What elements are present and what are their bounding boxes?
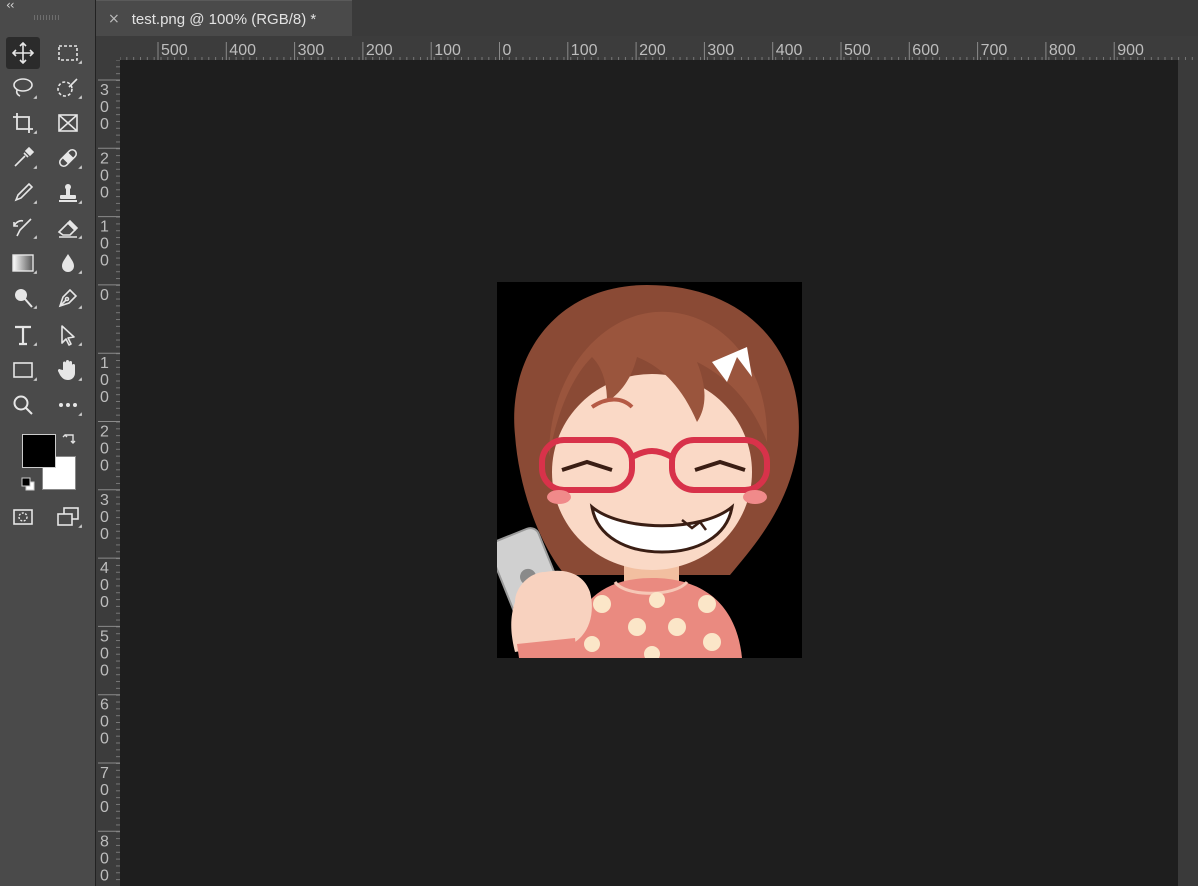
- brush-icon: [14, 182, 34, 202]
- marquee-tool[interactable]: [51, 37, 85, 69]
- eraser-icon: [57, 219, 79, 238]
- hand-icon: [57, 360, 75, 380]
- ruler-label: 900: [1117, 42, 1144, 59]
- pen-tool[interactable]: [51, 282, 85, 314]
- swap-colors-icon[interactable]: [62, 430, 78, 446]
- frame-icon: [58, 114, 78, 132]
- left-blush: [547, 490, 571, 504]
- eyedropper-icon: [14, 146, 35, 167]
- gradient-tool[interactable]: [6, 247, 40, 279]
- hand-tool[interactable]: [51, 354, 85, 386]
- magnifier-icon: [13, 395, 33, 415]
- ruler-label: 500: [161, 42, 188, 59]
- type-icon: [15, 325, 31, 346]
- crop-tool[interactable]: [6, 107, 40, 139]
- blur-tool[interactable]: [51, 247, 85, 279]
- arrow-cursor-icon: [61, 325, 75, 346]
- quick-selection-tool[interactable]: [51, 72, 85, 104]
- ruler-label: 700: [100, 765, 109, 816]
- eyedropper-tool[interactable]: [6, 142, 40, 174]
- healing-brush-tool[interactable]: [51, 142, 85, 174]
- right-blush: [743, 490, 767, 504]
- screen-mode-icon: [57, 507, 79, 526]
- move-icon: [11, 41, 35, 65]
- quick-mask-button[interactable]: [6, 501, 40, 533]
- ruler-label: 300: [100, 492, 109, 543]
- ruler-label: 400: [229, 42, 256, 59]
- ruler-label: 200: [100, 424, 109, 475]
- ruler-label: 800: [100, 833, 109, 884]
- ruler-label: 100: [100, 355, 109, 406]
- vertical-ruler-scale: 3 0 0 2 0 0 1 0 0 0 1 0 0 2 0 0 3 0 0 4 0 0 5 0 0 6 0 0 7 0 0 8 0 0: [98, 60, 120, 884]
- quick-selection-icon: [57, 78, 78, 97]
- ruler-label: 200: [639, 42, 666, 59]
- ruler-label: 0: [503, 42, 512, 59]
- bandage-icon: [58, 148, 78, 168]
- lasso-tool[interactable]: [6, 72, 40, 104]
- rectangle-icon: [13, 362, 33, 378]
- ruler-label: 700: [981, 42, 1008, 59]
- droplet-icon: [62, 254, 74, 272]
- dodge-tool[interactable]: [6, 282, 40, 314]
- ruler-label: 300: [707, 42, 734, 59]
- ruler-label: 800: [1049, 42, 1076, 59]
- brush-tool[interactable]: [6, 177, 40, 209]
- ruler-label: 500: [844, 42, 871, 59]
- document-tab-bar: × test.png @ 100% (RGB/8) *: [96, 0, 1198, 37]
- clone-stamp-tool[interactable]: [51, 177, 85, 209]
- ruler-label: 400: [776, 42, 803, 59]
- eraser-tool[interactable]: [51, 212, 85, 244]
- ruler-label: 600: [100, 697, 109, 748]
- stamp-icon: [59, 184, 77, 202]
- ruler-label: 0: [100, 287, 109, 304]
- ruler-label: 300: [298, 42, 325, 59]
- ruler-label: 200: [366, 42, 393, 59]
- ellipsis-icon: [59, 403, 77, 407]
- ruler-label: 100: [100, 219, 109, 270]
- default-colors-icon[interactable]: [20, 476, 36, 492]
- ruler-origin[interactable]: [96, 36, 120, 60]
- collapse-panel-button[interactable]: ‹‹: [6, 0, 15, 12]
- crop-icon: [13, 113, 33, 133]
- ruler-label: 400: [100, 560, 109, 611]
- vertical-ruler[interactable]: 300 200 100 0 100 200 300 400 500 600 700 800: [96, 60, 120, 886]
- panel-grip[interactable]: [34, 15, 60, 20]
- screen-mode-button[interactable]: [51, 501, 85, 533]
- vertical-scrollbar[interactable]: [1178, 60, 1198, 886]
- close-tab-button[interactable]: ×: [108, 11, 120, 27]
- dodge-icon: [15, 289, 33, 308]
- zoom-tool[interactable]: [6, 389, 40, 421]
- document-tab[interactable]: × test.png @ 100% (RGB/8) *: [96, 0, 352, 37]
- move-tool[interactable]: [6, 37, 40, 69]
- lasso-icon: [13, 78, 33, 97]
- horizontal-ruler-scale: 500 400 300 200 100 0 100 200 300 400 500 600 700 800…: [120, 42, 1193, 60]
- history-brush-tool[interactable]: [6, 212, 40, 244]
- ruler-label: 600: [912, 42, 939, 59]
- more-tools[interactable]: [51, 389, 85, 421]
- history-brush-icon: [13, 218, 32, 237]
- frame-tool[interactable]: [51, 107, 85, 139]
- ruler-label: 100: [571, 42, 598, 59]
- tools-panel: ‹‹: [0, 0, 96, 886]
- ruler-label: 100: [434, 42, 461, 59]
- pen-icon: [58, 288, 78, 308]
- path-selection-tool[interactable]: [51, 319, 85, 351]
- gradient-icon: [12, 254, 34, 272]
- type-tool[interactable]: [6, 319, 40, 351]
- ruler-label: 500: [100, 628, 109, 679]
- quick-mask-icon: [13, 509, 33, 525]
- ruler-label: 300: [100, 82, 109, 133]
- rectangular-marquee-icon: [58, 45, 78, 61]
- tab-title: test.png @ 100% (RGB/8) *: [131, 10, 317, 28]
- horizontal-ruler[interactable]: 500 400 300 200 100 0 100 200 300 400 500 600 700 800…: [120, 36, 1198, 60]
- foreground-color-swatch[interactable]: [22, 434, 56, 468]
- rectangle-tool[interactable]: [6, 354, 40, 386]
- document-canvas-image: [497, 282, 802, 658]
- ruler-label: 200: [100, 150, 109, 201]
